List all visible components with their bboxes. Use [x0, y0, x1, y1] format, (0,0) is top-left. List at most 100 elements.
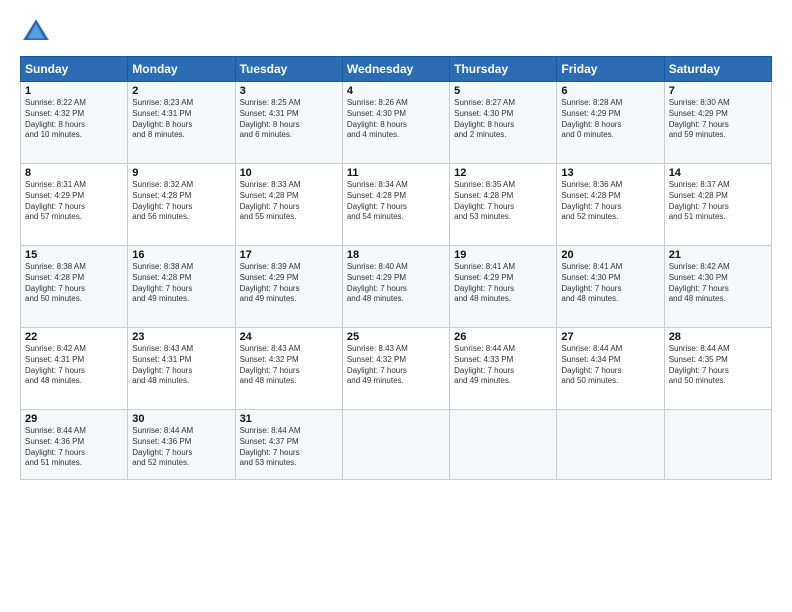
day-number: 18: [347, 249, 445, 261]
weekday-header-friday: Friday: [557, 57, 664, 82]
day-info: Sunrise: 8:42 AM Sunset: 4:31 PM Dayligh…: [25, 344, 123, 387]
day-number: 28: [669, 331, 767, 343]
weekday-header-row: SundayMondayTuesdayWednesdayThursdayFrid…: [21, 57, 772, 82]
calendar-row-4: 22Sunrise: 8:42 AM Sunset: 4:31 PM Dayli…: [21, 328, 772, 410]
calendar-cell: 22Sunrise: 8:42 AM Sunset: 4:31 PM Dayli…: [21, 328, 128, 410]
day-info: Sunrise: 8:43 AM Sunset: 4:31 PM Dayligh…: [132, 344, 230, 387]
weekday-header-monday: Monday: [128, 57, 235, 82]
day-number: 10: [240, 167, 338, 179]
calendar-table: SundayMondayTuesdayWednesdayThursdayFrid…: [20, 56, 772, 480]
day-number: 5: [454, 85, 552, 97]
calendar-cell: 17Sunrise: 8:39 AM Sunset: 4:29 PM Dayli…: [235, 246, 342, 328]
day-number: 29: [25, 413, 123, 425]
day-number: 7: [669, 85, 767, 97]
weekday-header-tuesday: Tuesday: [235, 57, 342, 82]
calendar-cell: 5Sunrise: 8:27 AM Sunset: 4:30 PM Daylig…: [450, 82, 557, 164]
day-info: Sunrise: 8:38 AM Sunset: 4:28 PM Dayligh…: [25, 262, 123, 305]
day-info: Sunrise: 8:42 AM Sunset: 4:30 PM Dayligh…: [669, 262, 767, 305]
day-number: 23: [132, 331, 230, 343]
day-info: Sunrise: 8:26 AM Sunset: 4:30 PM Dayligh…: [347, 98, 445, 141]
calendar-cell: 6Sunrise: 8:28 AM Sunset: 4:29 PM Daylig…: [557, 82, 664, 164]
calendar-cell: 18Sunrise: 8:40 AM Sunset: 4:29 PM Dayli…: [342, 246, 449, 328]
day-number: 24: [240, 331, 338, 343]
day-number: 16: [132, 249, 230, 261]
calendar-cell: 8Sunrise: 8:31 AM Sunset: 4:29 PM Daylig…: [21, 164, 128, 246]
calendar-cell: 7Sunrise: 8:30 AM Sunset: 4:29 PM Daylig…: [664, 82, 771, 164]
day-info: Sunrise: 8:44 AM Sunset: 4:37 PM Dayligh…: [240, 426, 338, 469]
day-info: Sunrise: 8:35 AM Sunset: 4:28 PM Dayligh…: [454, 180, 552, 223]
day-info: Sunrise: 8:32 AM Sunset: 4:28 PM Dayligh…: [132, 180, 230, 223]
day-info: Sunrise: 8:33 AM Sunset: 4:28 PM Dayligh…: [240, 180, 338, 223]
calendar-cell: 21Sunrise: 8:42 AM Sunset: 4:30 PM Dayli…: [664, 246, 771, 328]
calendar-cell: 31Sunrise: 8:44 AM Sunset: 4:37 PM Dayli…: [235, 410, 342, 480]
day-number: 11: [347, 167, 445, 179]
day-number: 26: [454, 331, 552, 343]
weekday-header-wednesday: Wednesday: [342, 57, 449, 82]
page: SundayMondayTuesdayWednesdayThursdayFrid…: [0, 0, 792, 612]
calendar-row-3: 15Sunrise: 8:38 AM Sunset: 4:28 PM Dayli…: [21, 246, 772, 328]
calendar-cell: [557, 410, 664, 480]
calendar-cell: 11Sunrise: 8:34 AM Sunset: 4:28 PM Dayli…: [342, 164, 449, 246]
day-number: 14: [669, 167, 767, 179]
day-number: 30: [132, 413, 230, 425]
calendar-row-5: 29 Sunrise: 8:44 AM Sunset: 4:36 PM Dayli…: [21, 410, 772, 480]
day-info: Sunrise: 8:41 AM Sunset: 4:29 PM Dayligh…: [454, 262, 552, 305]
day-info: Sunrise: 8:39 AM Sunset: 4:29 PM Dayligh…: [240, 262, 338, 305]
day-number: 13: [561, 167, 659, 179]
day-number: 12: [454, 167, 552, 179]
day-info: Sunrise: 8:44 AM Sunset: 4:34 PM Dayligh…: [561, 344, 659, 387]
calendar-cell: 1Sunrise: 8:22 AM Sunset: 4:32 PM Daylig…: [21, 82, 128, 164]
day-info: Sunrise: 8:25 AM Sunset: 4:31 PM Dayligh…: [240, 98, 338, 141]
calendar-cell: 4Sunrise: 8:26 AM Sunset: 4:30 PM Daylig…: [342, 82, 449, 164]
day-info: Sunrise: 8:36 AM Sunset: 4:28 PM Dayligh…: [561, 180, 659, 223]
calendar-cell: [450, 410, 557, 480]
day-info: Sunrise: 8:22 AM Sunset: 4:32 PM Dayligh…: [25, 98, 123, 141]
day-info: Sunrise: 8:44 AM Sunset: 4:36 PM Dayligh…: [132, 426, 230, 469]
day-info: Sunrise: 8:27 AM Sunset: 4:30 PM Dayligh…: [454, 98, 552, 141]
day-number: 6: [561, 85, 659, 97]
calendar-cell: 25Sunrise: 8:43 AM Sunset: 4:32 PM Dayli…: [342, 328, 449, 410]
day-info: Sunrise: 8:38 AM Sunset: 4:28 PM Dayligh…: [132, 262, 230, 305]
day-info: Sunrise: 8:23 AM Sunset: 4:31 PM Dayligh…: [132, 98, 230, 141]
header: [20, 16, 772, 48]
day-info: Sunrise: 8:44 AM Sunset: 4:33 PM Dayligh…: [454, 344, 552, 387]
weekday-header-sunday: Sunday: [21, 57, 128, 82]
day-info: Sunrise: 8:30 AM Sunset: 4:29 PM Dayligh…: [669, 98, 767, 141]
calendar-cell: 15Sunrise: 8:38 AM Sunset: 4:28 PM Dayli…: [21, 246, 128, 328]
day-info: Sunrise: 8:37 AM Sunset: 4:28 PM Dayligh…: [669, 180, 767, 223]
day-number: 22: [25, 331, 123, 343]
day-info: Sunrise: 8:44 AM Sunset: 4:35 PM Dayligh…: [669, 344, 767, 387]
day-info: Sunrise: 8:41 AM Sunset: 4:30 PM Dayligh…: [561, 262, 659, 305]
weekday-header-thursday: Thursday: [450, 57, 557, 82]
logo: [20, 16, 56, 48]
day-number: 2: [132, 85, 230, 97]
day-info: Sunrise: 8:40 AM Sunset: 4:29 PM Dayligh…: [347, 262, 445, 305]
calendar-cell: 12Sunrise: 8:35 AM Sunset: 4:28 PM Dayli…: [450, 164, 557, 246]
calendar-cell: 23Sunrise: 8:43 AM Sunset: 4:31 PM Dayli…: [128, 328, 235, 410]
day-info: Sunrise: 8:28 AM Sunset: 4:29 PM Dayligh…: [561, 98, 659, 141]
calendar-cell: 9Sunrise: 8:32 AM Sunset: 4:28 PM Daylig…: [128, 164, 235, 246]
day-number: 4: [347, 85, 445, 97]
day-info: Sunrise: 8:43 AM Sunset: 4:32 PM Dayligh…: [347, 344, 445, 387]
logo-icon: [20, 16, 52, 48]
day-number: 15: [25, 249, 123, 261]
calendar-cell: 29Sunrise: 8:44 AM Sunset: 4:36 PM Dayli…: [21, 410, 128, 480]
calendar-row-2: 8Sunrise: 8:31 AM Sunset: 4:29 PM Daylig…: [21, 164, 772, 246]
day-number: 1: [25, 85, 123, 97]
day-info: Sunrise: 8:34 AM Sunset: 4:28 PM Dayligh…: [347, 180, 445, 223]
day-number: 21: [669, 249, 767, 261]
day-number: 3: [240, 85, 338, 97]
day-number: 20: [561, 249, 659, 261]
calendar-row-1: 1Sunrise: 8:22 AM Sunset: 4:32 PM Daylig…: [21, 82, 772, 164]
day-number: 27: [561, 331, 659, 343]
calendar-cell: 13Sunrise: 8:36 AM Sunset: 4:28 PM Dayli…: [557, 164, 664, 246]
calendar-cell: 20Sunrise: 8:41 AM Sunset: 4:30 PM Dayli…: [557, 246, 664, 328]
calendar-cell: 16Sunrise: 8:38 AM Sunset: 4:28 PM Dayli…: [128, 246, 235, 328]
calendar-cell: 24Sunrise: 8:43 AM Sunset: 4:32 PM Dayli…: [235, 328, 342, 410]
calendar-cell: 14Sunrise: 8:37 AM Sunset: 4:28 PM Dayli…: [664, 164, 771, 246]
day-number: 31: [240, 413, 338, 425]
day-number: 25: [347, 331, 445, 343]
day-number: 17: [240, 249, 338, 261]
calendar-cell: 10Sunrise: 8:33 AM Sunset: 4:28 PM Dayli…: [235, 164, 342, 246]
calendar-cell: 19Sunrise: 8:41 AM Sunset: 4:29 PM Dayli…: [450, 246, 557, 328]
